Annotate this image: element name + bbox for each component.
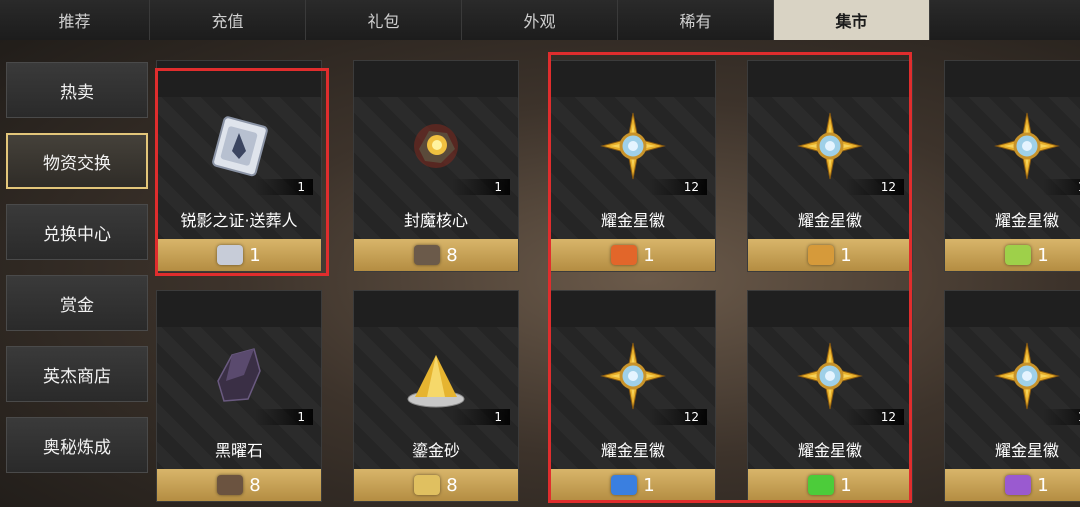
currency-icon bbox=[217, 245, 244, 265]
item-name: 黑曜石 bbox=[214, 441, 263, 460]
gold-star-emblem-icon bbox=[795, 341, 865, 411]
item-quantity: 12 bbox=[846, 179, 904, 195]
price-button[interactable]: 1 bbox=[551, 239, 715, 271]
tab-bar-filler bbox=[930, 0, 1080, 40]
currency-icon bbox=[217, 475, 244, 495]
item-quantity: 1 bbox=[452, 179, 510, 195]
sidebar-item-material-exchange[interactable]: 物资交换 bbox=[6, 133, 148, 189]
price-amount: 1 bbox=[643, 244, 655, 266]
sidebar-item-hot-sale[interactable]: 热卖 bbox=[6, 62, 148, 118]
price-amount: 8 bbox=[446, 474, 458, 496]
gold-star-emblem-icon bbox=[795, 111, 865, 181]
shop-item-card[interactable]: 1 封魔核心 8 bbox=[353, 60, 519, 272]
tab-rare[interactable]: 稀有 bbox=[618, 0, 774, 40]
tab-gift-pack[interactable]: 礼包 bbox=[306, 0, 462, 40]
sidebar-item-hero-shop[interactable]: 英杰商店 bbox=[6, 346, 148, 402]
currency-icon bbox=[808, 475, 835, 495]
shop-item-card[interactable]: 1 黑曜石 8 bbox=[156, 290, 322, 502]
shop-item-card[interactable]: 12 耀金星徽 1 bbox=[944, 290, 1080, 502]
price-button[interactable]: 8 bbox=[354, 239, 518, 271]
price-button[interactable]: 1 bbox=[551, 469, 715, 501]
price-button[interactable]: 1 bbox=[945, 469, 1080, 501]
item-name: 耀金星徽 bbox=[600, 441, 665, 460]
price-button[interactable]: 1 bbox=[748, 469, 912, 501]
shop-item-card[interactable]: 12 耀金星徽 1 bbox=[747, 290, 913, 502]
card-header bbox=[354, 291, 518, 327]
card-header bbox=[551, 291, 715, 327]
item-quantity: 12 bbox=[1043, 179, 1080, 195]
tab-market[interactable]: 集市 bbox=[774, 0, 930, 40]
price-amount: 1 bbox=[249, 244, 261, 266]
tab-appearance[interactable]: 外观 bbox=[462, 0, 618, 40]
item-quantity: 12 bbox=[846, 409, 904, 425]
item-name: 耀金星徽 bbox=[600, 211, 665, 230]
shop-item-card[interactable]: 1 鎏金砂 8 bbox=[353, 290, 519, 502]
item-name: 耀金星徽 bbox=[797, 441, 862, 460]
currency-icon bbox=[1005, 245, 1032, 265]
shop-item-card[interactable]: 12 耀金星徽 1 bbox=[944, 60, 1080, 272]
currency-icon bbox=[414, 245, 441, 265]
price-amount: 1 bbox=[643, 474, 655, 496]
item-quantity: 12 bbox=[649, 179, 707, 195]
shop-item-card[interactable]: 12 耀金星徽 1 bbox=[747, 60, 913, 272]
top-tab-bar: 推荐 充值 礼包 外观 稀有 集市 bbox=[0, 0, 1080, 40]
gold-star-emblem-icon bbox=[992, 111, 1062, 181]
price-amount: 1 bbox=[840, 244, 852, 266]
sidebar-item-exchange-center[interactable]: 兑换中心 bbox=[6, 204, 148, 260]
sidebar: 热卖 物资交换 兑换中心 赏金 英杰商店 奥秘炼成 bbox=[6, 62, 148, 488]
tab-recommend[interactable]: 推荐 bbox=[0, 0, 150, 40]
card-header bbox=[157, 291, 321, 327]
currency-icon bbox=[414, 475, 441, 495]
item-quantity: 1 bbox=[255, 179, 313, 195]
item-quantity: 1 bbox=[255, 409, 313, 425]
currency-icon bbox=[611, 475, 638, 495]
tab-recharge[interactable]: 充值 bbox=[150, 0, 306, 40]
card-header bbox=[157, 61, 321, 97]
price-button[interactable]: 8 bbox=[354, 469, 518, 501]
price-amount: 1 bbox=[1037, 244, 1049, 266]
price-amount: 1 bbox=[840, 474, 852, 496]
card-header bbox=[354, 61, 518, 97]
currency-icon bbox=[611, 245, 638, 265]
gold-sand-icon bbox=[401, 341, 471, 411]
item-name: 封魔核心 bbox=[403, 211, 468, 230]
price-button[interactable]: 1 bbox=[945, 239, 1080, 271]
item-name: 锐影之证·送葬人 bbox=[180, 211, 298, 230]
gold-star-emblem-icon bbox=[598, 341, 668, 411]
sidebar-item-arcane-refining[interactable]: 奥秘炼成 bbox=[6, 417, 148, 473]
card-header bbox=[748, 291, 912, 327]
gold-star-emblem-icon bbox=[598, 111, 668, 181]
demon-core-icon bbox=[401, 111, 471, 181]
price-amount: 8 bbox=[249, 474, 261, 496]
price-button[interactable]: 8 bbox=[157, 469, 321, 501]
sidebar-item-bounty[interactable]: 赏金 bbox=[6, 275, 148, 331]
item-name: 耀金星徽 bbox=[994, 211, 1059, 230]
shop-item-card[interactable]: 12 耀金星徽 1 bbox=[550, 60, 716, 272]
item-name: 鎏金砂 bbox=[411, 441, 460, 460]
shop-item-card[interactable]: 12 耀金星徽 1 bbox=[550, 290, 716, 502]
currency-icon bbox=[808, 245, 835, 265]
item-name: 耀金星徽 bbox=[994, 441, 1059, 460]
silver-crest-icon bbox=[204, 111, 274, 181]
obsidian-icon bbox=[204, 341, 274, 411]
item-quantity: 1 bbox=[452, 409, 510, 425]
currency-icon bbox=[1005, 475, 1032, 495]
item-name: 耀金星徽 bbox=[797, 211, 862, 230]
item-quantity: 12 bbox=[649, 409, 707, 425]
item-quantity: 12 bbox=[1043, 409, 1080, 425]
card-header bbox=[551, 61, 715, 97]
gold-star-emblem-icon bbox=[992, 341, 1062, 411]
shop-item-card[interactable]: 1 锐影之证·送葬人 1 bbox=[156, 60, 322, 272]
price-button[interactable]: 1 bbox=[748, 239, 912, 271]
card-header bbox=[945, 291, 1080, 327]
price-amount: 1 bbox=[1037, 474, 1049, 496]
price-amount: 8 bbox=[446, 244, 458, 266]
card-header bbox=[945, 61, 1080, 97]
card-header bbox=[748, 61, 912, 97]
price-button[interactable]: 1 bbox=[157, 239, 321, 271]
